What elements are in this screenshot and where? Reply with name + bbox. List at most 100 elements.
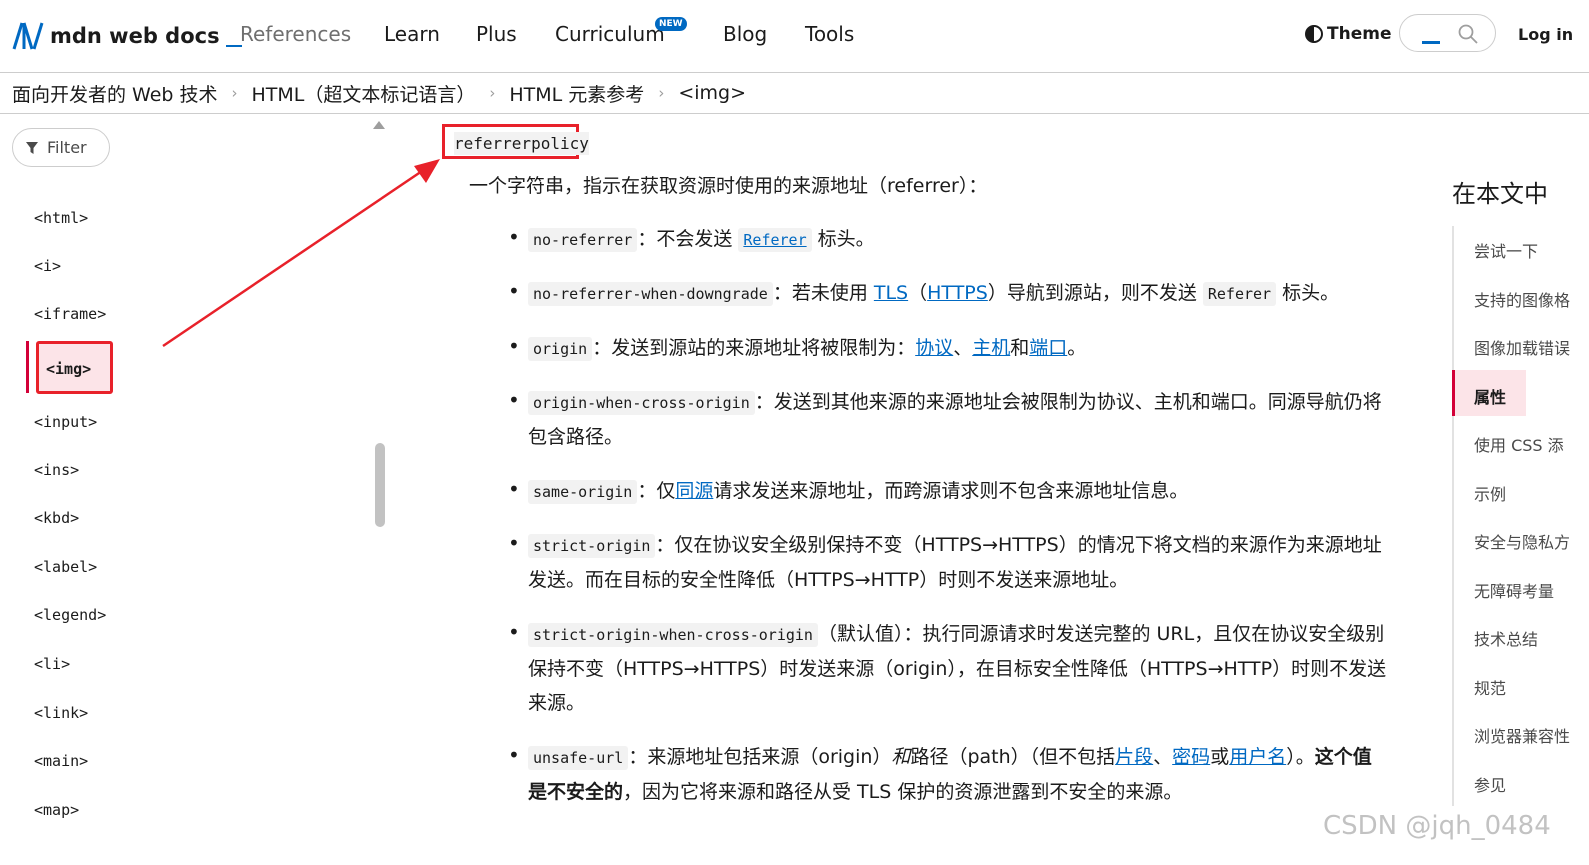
- chevron-right-icon: ›: [658, 84, 665, 102]
- nav-references[interactable]: References: [240, 22, 351, 46]
- text: ：若未使用: [772, 282, 874, 304]
- search-icon: [1458, 24, 1478, 44]
- bullet: •: [508, 531, 520, 555]
- nav-blog[interactable]: Blog: [723, 22, 767, 46]
- fragment-link[interactable]: 片段: [1115, 746, 1153, 768]
- chevron-right-icon: ›: [489, 84, 496, 102]
- breadcrumb-item[interactable]: HTML 元素参考: [509, 80, 644, 107]
- list-item: origin ：发送到源站的来源地址将被限制为：协议、主机和端口。: [528, 331, 1388, 366]
- scroll-up-arrow-icon[interactable]: [373, 121, 385, 129]
- sidebar-item[interactable]: <kbd>: [34, 509, 79, 527]
- sidebar-item[interactable]: <input>: [34, 413, 97, 431]
- text: ：不会发送: [637, 228, 739, 250]
- main-content: referrerpolicy 一个字符串，指示在获取资源时使用的来源地址（ref…: [440, 115, 1400, 865]
- watermark: CSDN @jqh_0484: [1323, 811, 1551, 841]
- login-link[interactable]: Log in: [1518, 25, 1573, 44]
- text: 。: [1067, 337, 1087, 359]
- referer-link[interactable]: Referer: [738, 228, 812, 252]
- toc-item[interactable]: 支持的图像格: [1474, 287, 1570, 311]
- toc-item[interactable]: 参见: [1474, 772, 1506, 796]
- toc-item-active[interactable]: 属性: [1474, 384, 1506, 408]
- list-item: origin-when-cross-origin ：发送到其他来源的来源地址会被限…: [528, 385, 1388, 454]
- sidebar-item[interactable]: <ins>: [34, 461, 79, 479]
- new-badge: NEW: [655, 17, 687, 31]
- filter-icon: [26, 141, 38, 154]
- table-of-contents: 在本文中 尝试一下 支持的图像格 图像加载错误 属性 使用 CSS 添 示例 安…: [1452, 160, 1589, 810]
- bullet: •: [508, 388, 520, 412]
- text: ：仅: [637, 480, 676, 502]
- value-code: origin-when-cross-origin: [528, 391, 755, 415]
- text: ）导航到源站，则不发送: [987, 282, 1203, 304]
- toc-item[interactable]: 使用 CSS 添: [1474, 432, 1564, 456]
- text: 路径（path）（但不包括: [910, 746, 1116, 768]
- theme-toggle[interactable]: Theme: [1305, 24, 1391, 44]
- sidebar-item[interactable]: <label>: [34, 558, 97, 576]
- tls-link[interactable]: TLS: [874, 282, 908, 304]
- bullet: •: [508, 279, 520, 303]
- toc-active-indicator: [1452, 370, 1455, 416]
- protocol-link[interactable]: 协议: [915, 337, 953, 359]
- attribute-name: referrerpolicy: [454, 132, 589, 155]
- port-link[interactable]: 端口: [1029, 337, 1067, 359]
- sidebar-item[interactable]: <legend>: [34, 606, 106, 624]
- toc-item[interactable]: 图像加载错误: [1474, 335, 1570, 359]
- list-item: no-referrer-when-downgrade ：若未使用 TLS（HTTP…: [528, 276, 1388, 311]
- username-link[interactable]: 用户名: [1229, 746, 1286, 768]
- sidebar-item[interactable]: <html>: [34, 209, 88, 227]
- nav-plus[interactable]: Plus: [476, 22, 517, 46]
- toc-item[interactable]: 技术总结: [1474, 626, 1538, 650]
- toc-title: 在本文中: [1452, 180, 1548, 208]
- text: ）。: [1286, 746, 1315, 768]
- toc-divider: [1452, 226, 1454, 806]
- toc-item[interactable]: 规范: [1474, 675, 1506, 699]
- value-code: same-origin: [528, 480, 638, 504]
- sidebar-item[interactable]: <iframe>: [34, 305, 106, 323]
- toc-item[interactable]: 浏览器兼容性: [1474, 723, 1570, 747]
- list-item: no-referrer ：不会发送 Referer 标头。: [528, 222, 1388, 257]
- theme-label: Theme: [1327, 24, 1392, 44]
- emphasis-text: 和: [891, 746, 911, 768]
- sidebar-scrollbar[interactable]: [375, 443, 385, 527]
- text: （: [908, 282, 928, 304]
- search-caret: [1422, 41, 1440, 44]
- breadcrumb-item[interactable]: <img>: [678, 82, 746, 104]
- sidebar-item[interactable]: <main>: [34, 752, 88, 770]
- breadcrumb: 面向开发者的 Web 技术 › HTML（超文本标记语言） › HTML 元素参…: [0, 73, 1589, 114]
- nav-tools[interactable]: Tools: [805, 22, 854, 46]
- filter-label: Filter: [47, 138, 87, 157]
- toc-item[interactable]: 尝试一下: [1474, 238, 1538, 262]
- sidebar-item[interactable]: <link>: [34, 704, 88, 722]
- toc-item[interactable]: 示例: [1474, 481, 1506, 505]
- bullet: •: [508, 743, 520, 767]
- nav-curriculum[interactable]: Curriculum: [555, 22, 665, 46]
- mdn-logo[interactable]: mdn web docs: [12, 19, 242, 53]
- text: 标头。: [811, 228, 875, 250]
- chevron-right-icon: ›: [231, 84, 238, 102]
- bullet: •: [508, 477, 520, 501]
- list-item: unsafe-url ：来源地址包括来源（origin）和路径（path）（但不包…: [528, 740, 1388, 809]
- text: ，因为它将来源和路径从受 TLS 保护的资源泄露到不安全的来源。: [623, 781, 1183, 803]
- value-code: no-referrer-when-downgrade: [528, 282, 773, 306]
- host-link[interactable]: 主机: [972, 337, 1010, 359]
- breadcrumb-item[interactable]: 面向开发者的 Web 技术: [12, 80, 218, 107]
- bullet: •: [508, 620, 520, 644]
- https-link[interactable]: HTTPS: [927, 282, 988, 304]
- text: 、: [953, 337, 973, 359]
- value-code: origin: [528, 337, 593, 361]
- same-origin-link[interactable]: 同源: [675, 480, 713, 502]
- sidebar-item[interactable]: <map>: [34, 801, 79, 819]
- toc-item[interactable]: 安全与隐私方: [1474, 529, 1570, 553]
- sidebar-item[interactable]: <li>: [34, 655, 70, 673]
- sidebar-item-active[interactable]: <img>: [46, 360, 91, 378]
- sidebar-item[interactable]: <i>: [34, 257, 61, 275]
- password-link[interactable]: 密码: [1172, 746, 1210, 768]
- search-input[interactable]: [1399, 14, 1496, 52]
- toc-item[interactable]: 无障碍考量: [1474, 578, 1554, 602]
- nav-learn[interactable]: Learn: [384, 22, 440, 46]
- text: 、: [1153, 746, 1173, 768]
- theme-icon: [1305, 25, 1323, 43]
- breadcrumb-item[interactable]: HTML（超文本标记语言）: [252, 80, 476, 107]
- filter-button[interactable]: Filter: [12, 128, 110, 167]
- text: ：仅在协议安全级别保持不变（HTTPS→HTTPS）的情况下将文档的来源作为来源…: [528, 534, 1382, 591]
- bullet: •: [508, 225, 520, 249]
